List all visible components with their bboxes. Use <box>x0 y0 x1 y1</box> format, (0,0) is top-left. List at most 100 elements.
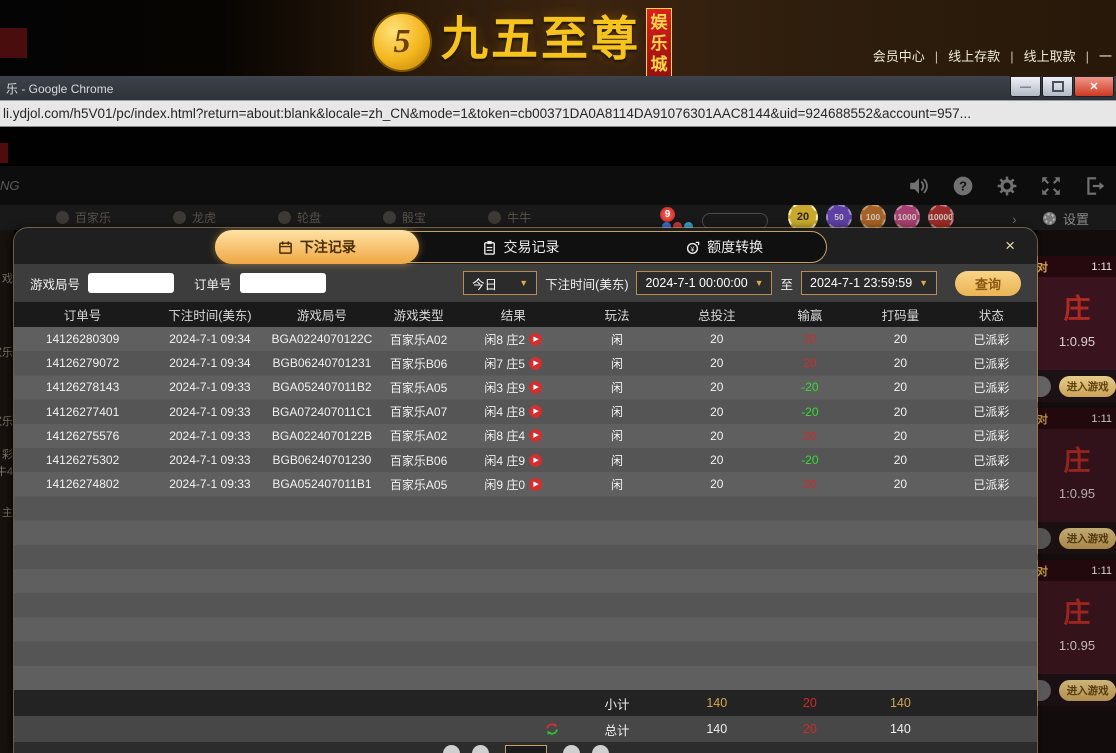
pager-next-button[interactable] <box>563 745 580 753</box>
minimize-button[interactable]: — <box>1010 76 1041 97</box>
grand-total-turnover: 140 <box>856 722 945 736</box>
cell-turnover: 20 <box>856 453 945 467</box>
cell-turnover: 20 <box>856 477 945 491</box>
banker-bet-label: 庄 <box>1064 287 1091 326</box>
cell-bet-time: 2024-7-1 09:33 <box>151 453 269 467</box>
enter-game-button[interactable]: 进入游戏 <box>1059 376 1116 397</box>
banner-link[interactable]: 会员中心 <box>873 46 925 65</box>
bet-chip[interactable]: 10000 <box>928 205 954 230</box>
banner-link[interactable]: 一 <box>1076 46 1112 65</box>
page-number-input[interactable] <box>505 745 547 753</box>
search-button[interactable]: 查询 <box>955 271 1021 296</box>
lobby-nav-icon <box>173 211 186 224</box>
pager-prev-button[interactable] <box>472 745 489 753</box>
to-label: 至 <box>780 274 793 293</box>
tab-bet-records[interactable]: 下注记录 <box>215 230 419 264</box>
chip-row: 20 50 100 1000 10000 <box>788 205 954 230</box>
tab-transaction-records[interactable]: 交易记录 <box>419 232 623 262</box>
game-side-panel: 对 1:11 庄 1:0.95 进入游戏 对 1:11 <box>1037 230 1116 753</box>
chips-more-arrow[interactable]: › <box>1012 211 1017 227</box>
grand-total-bet: 140 <box>670 722 764 736</box>
cell-order-id: 14126278143 <box>14 380 151 394</box>
refresh-icon[interactable] <box>544 721 560 737</box>
lobby-nav-item[interactable]: 轮盘 <box>278 209 321 226</box>
tab-label: 下注记录 <box>300 237 356 257</box>
cell-total-bet: 20 <box>670 453 764 467</box>
bet-chip[interactable]: 50 <box>826 205 852 230</box>
cell-total-bet: 20 <box>670 405 764 419</box>
cell-win-loss: 20 <box>764 429 856 443</box>
table-row: 14126278143 2024-7-1 09:33 BGA052407011B… <box>14 375 1037 399</box>
replay-icon[interactable]: ▶ <box>529 357 542 370</box>
coin-transfer-icon: ¥ <box>685 240 700 255</box>
cell-turnover: 20 <box>856 429 945 443</box>
gap-red-fragment <box>0 143 8 163</box>
status-badge: 已派彩 <box>945 452 1037 469</box>
cell-turnover: 20 <box>856 405 945 419</box>
cell-game-type: 百家乐A05 <box>375 476 462 493</box>
replay-icon[interactable]: ▶ <box>529 381 542 394</box>
order-filter-input[interactable] <box>240 273 326 293</box>
tab-credit-transfer[interactable]: ¥ 额度转换 <box>622 232 826 262</box>
cell-win-loss: 20 <box>764 477 856 491</box>
lobby-nav-item[interactable]: 牛牛 <box>488 209 531 226</box>
replay-icon[interactable]: ▶ <box>529 405 542 418</box>
modal-close-icon[interactable]: × <box>1005 236 1015 256</box>
bet-chip[interactable]: 1000 <box>894 205 920 230</box>
fullscreen-icon[interactable] <box>1040 175 1062 197</box>
replay-icon[interactable]: ▶ <box>529 429 542 442</box>
to-datetime-value: 2024-7-1 23:59:59 <box>810 276 912 290</box>
cell-round-id: BGA052407011B1 <box>269 477 375 491</box>
lobby-nav-icon <box>488 211 501 224</box>
enter-game-button[interactable]: 进入游戏 <box>1059 528 1116 549</box>
cell-play: 闲 <box>564 403 669 420</box>
bet-chip[interactable]: 20 <box>788 205 818 230</box>
maximize-button[interactable] <box>1042 76 1073 97</box>
site-banner: 5 九五至尊 娱乐城 会员中心线上存款线上取款一 <box>0 0 1116 76</box>
cell-order-id: 14126274802 <box>14 477 151 491</box>
subtotal-win-loss: 20 <box>764 696 856 710</box>
pager-last-button[interactable] <box>592 745 609 753</box>
cell-play: 闲 <box>564 452 669 469</box>
lobby-nav-item[interactable]: 龙虎 <box>173 209 216 226</box>
result-text: 闲4 庄9 <box>484 452 525 469</box>
lobby-settings[interactable]: 设置 <box>1042 209 1089 228</box>
cell-result: 闲8 庄2 ▶ <box>462 331 564 348</box>
round-filter-input[interactable] <box>88 273 174 293</box>
notification-badge: 9 <box>660 207 675 222</box>
cell-total-bet: 20 <box>670 356 764 370</box>
partial-left-button[interactable] <box>1038 528 1051 549</box>
calendar-icon <box>278 240 293 255</box>
partial-left-button[interactable] <box>1038 376 1051 397</box>
replay-icon[interactable]: ▶ <box>529 478 542 491</box>
baccarat-table-card: 对 1:11 庄 1:0.95 进入游戏 <box>1037 560 1116 706</box>
date-range-select[interactable]: 今日 ▼ <box>463 271 537 295</box>
clipboard-icon <box>482 240 497 255</box>
subtotal-turnover: 140 <box>856 696 945 710</box>
settings-gear-icon[interactable] <box>996 175 1018 197</box>
volume-icon[interactable] <box>908 175 930 197</box>
exit-icon[interactable] <box>1084 175 1106 197</box>
date-range-value: 今日 <box>472 274 497 293</box>
replay-icon[interactable]: ▶ <box>529 333 542 346</box>
lobby-nav-item[interactable]: 百家乐 <box>56 209 111 226</box>
banner-link[interactable]: 线上取款 <box>1000 46 1075 65</box>
baccarat-table-card: 对 1:11 庄 1:0.95 进入游戏 <box>1037 408 1116 554</box>
result-text: 闲4 庄8 <box>484 403 525 420</box>
bet-chip[interactable]: 100 <box>860 205 886 230</box>
pager-first-button[interactable] <box>443 745 460 753</box>
enter-game-button[interactable]: 进入游戏 <box>1059 680 1116 701</box>
lobby-nav-item[interactable]: 骰宝 <box>383 209 426 226</box>
chip-rack-outline <box>702 213 768 229</box>
cell-play: 闲 <box>564 427 669 444</box>
partial-left-button[interactable] <box>1038 680 1051 701</box>
help-icon[interactable]: ? <box>952 175 974 197</box>
banner-link[interactable]: 线上存款 <box>925 46 1000 65</box>
from-datetime-select[interactable]: 2024-7-1 00:00:00 ▼ <box>636 271 772 295</box>
close-window-button[interactable]: ✕ <box>1074 76 1114 97</box>
cell-result: 闲7 庄5 ▶ <box>462 355 564 372</box>
replay-icon[interactable]: ▶ <box>529 454 542 467</box>
address-bar[interactable]: li.ydjol.com/h5V01/pc/index.html?return=… <box>0 100 1116 127</box>
to-datetime-select[interactable]: 2024-7-1 23:59:59 ▼ <box>801 271 937 295</box>
cell-order-id: 14126277401 <box>14 405 151 419</box>
